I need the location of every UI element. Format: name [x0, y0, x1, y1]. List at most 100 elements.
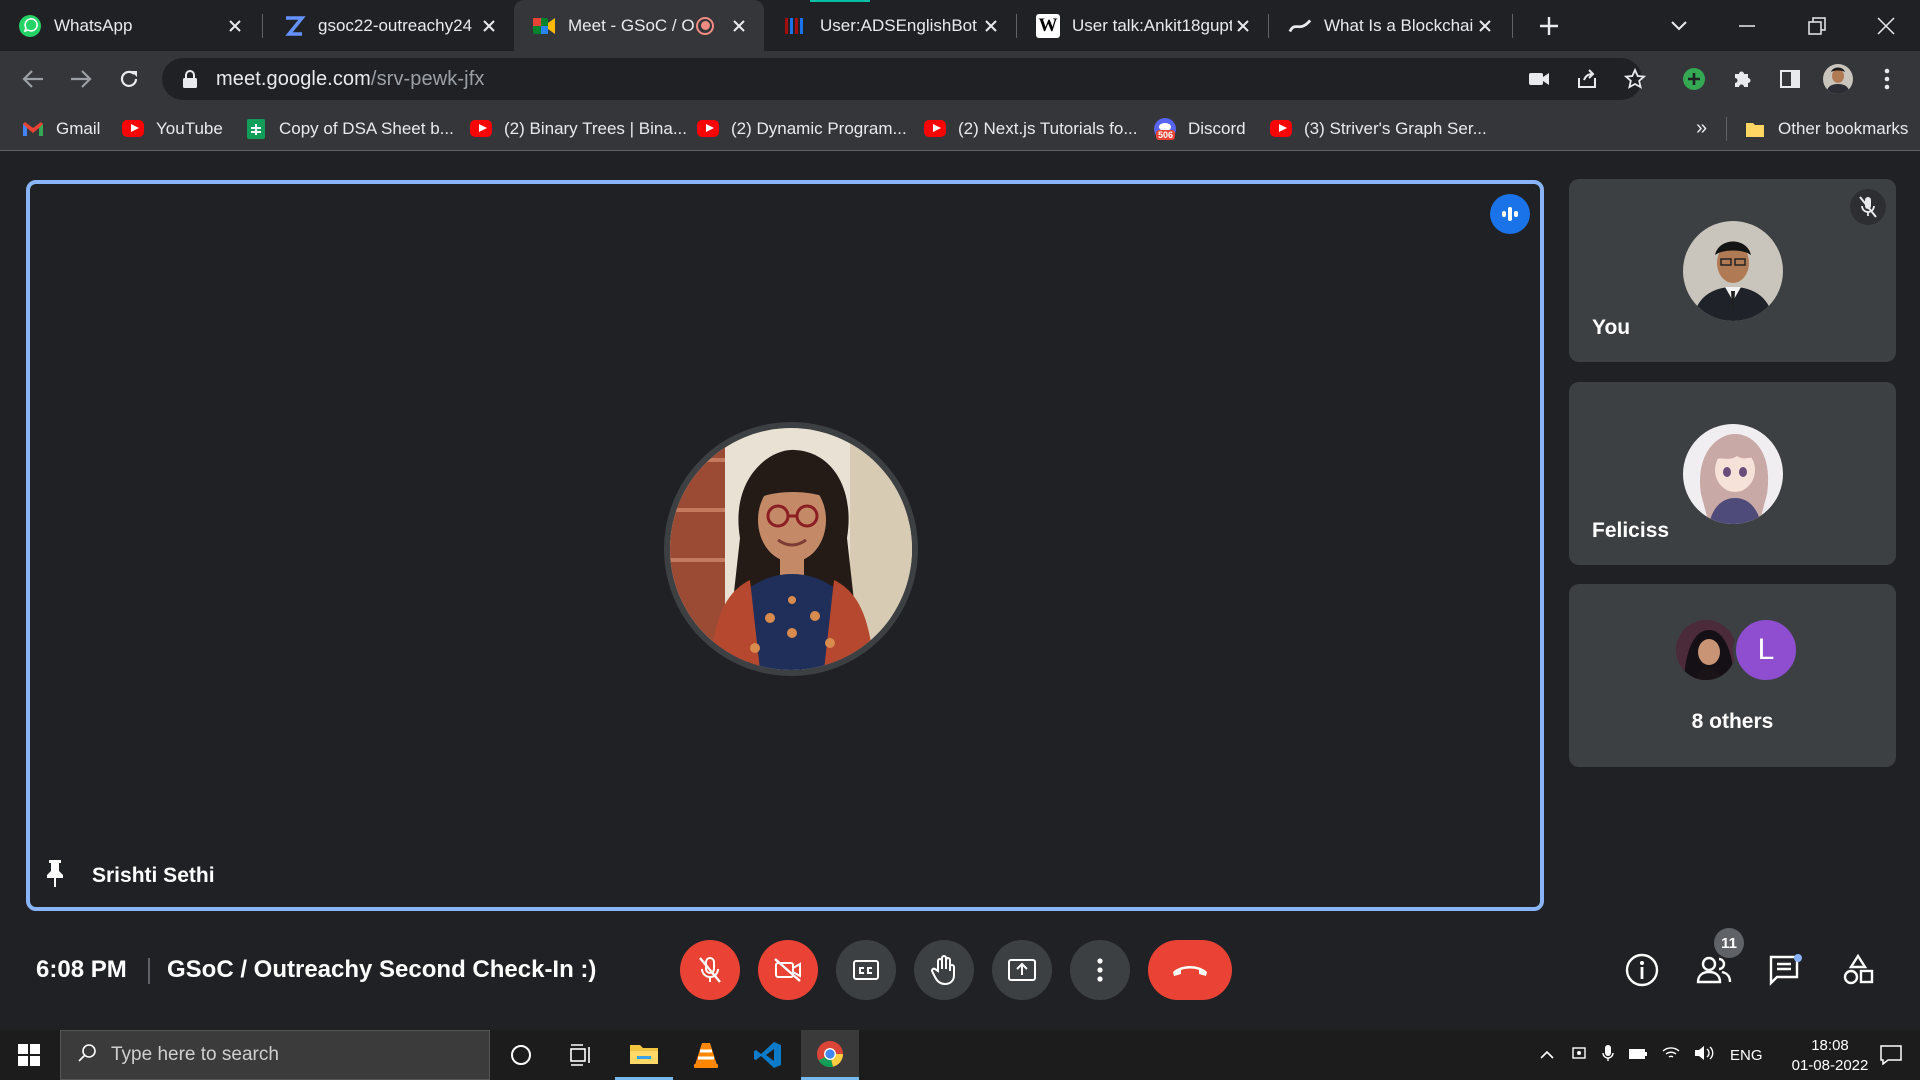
tab-blockchain[interactable]: What Is a Blockchain	[1270, 0, 1510, 51]
language-indicator[interactable]: ENG	[1730, 1047, 1763, 1064]
vscode-icon[interactable]	[739, 1030, 797, 1080]
meet-present-tray-icon[interactable]	[1572, 1045, 1588, 1065]
meeting-clock: 6:08 PM	[36, 956, 127, 983]
bookmark-label: YouTube	[156, 118, 223, 138]
participant-avatar	[1683, 221, 1783, 321]
profile-avatar[interactable]	[1823, 64, 1853, 94]
file-explorer-icon[interactable]	[615, 1030, 673, 1080]
tab-title: What Is a Blockchain	[1324, 15, 1474, 35]
tab-zulip[interactable]: gsoc22-outreachy24	[264, 0, 514, 51]
participant-tile-you[interactable]: You	[1569, 179, 1896, 362]
volume-icon[interactable]	[1694, 1045, 1714, 1065]
present-screen-button[interactable]	[992, 940, 1052, 1000]
forward-icon[interactable]	[66, 64, 96, 94]
extensions-puzzle-icon[interactable]	[1727, 64, 1757, 94]
cortana-icon[interactable]	[492, 1030, 550, 1080]
bookmark-star-icon[interactable]	[1620, 64, 1650, 94]
tab-separator	[1512, 14, 1513, 38]
toggle-camera-button[interactable]	[758, 940, 818, 1000]
bookmark-nextjs-tutorials[interactable]: (2) Next.js Tutorials fo...	[924, 106, 1138, 151]
bookmark-label: Other bookmarks	[1778, 118, 1909, 138]
chrome-icon[interactable]	[801, 1030, 859, 1080]
bookmark-youtube[interactable]: YouTube	[122, 106, 223, 151]
main-speaker-avatar	[664, 422, 918, 676]
participant-count-badge: 11	[1714, 928, 1744, 958]
bookmarks-bar: Gmail YouTube Copy of DSA Sheet b... (2)…	[0, 106, 1920, 151]
participant-tile-feliciss[interactable]: Feliciss	[1569, 382, 1896, 565]
restore-icon[interactable]	[1803, 12, 1831, 40]
bookmark-gmail[interactable]: Gmail	[22, 106, 100, 151]
captions-button[interactable]	[836, 940, 896, 1000]
chat-button[interactable]	[1765, 950, 1805, 990]
reload-icon[interactable]	[114, 64, 144, 94]
microphone-icon[interactable]	[1602, 1044, 1614, 1066]
address-bar[interactable]: meet.google.com/srv-pewk-jfx	[162, 58, 1642, 100]
side-panel-icon[interactable]	[1775, 64, 1805, 94]
participant-tile-others[interactable]: L 8 others	[1569, 584, 1896, 767]
vlc-icon[interactable]	[677, 1030, 735, 1080]
url-text: meet.google.com/srv-pewk-jfx	[216, 68, 484, 91]
wifi-icon[interactable]	[1662, 1045, 1680, 1065]
bookmark-discord[interactable]: 506 Discord	[1154, 106, 1246, 151]
youtube-icon	[1270, 118, 1292, 140]
back-icon[interactable]	[18, 64, 48, 94]
google-meet-icon	[532, 14, 556, 38]
others-avatar-stack: L	[1673, 617, 1803, 683]
recording-icon	[696, 16, 714, 35]
bookmark-label: (2) Binary Trees | Bina...	[504, 118, 687, 138]
toggle-mic-button[interactable]	[680, 940, 740, 1000]
tab-title: WhatsApp	[54, 15, 133, 35]
minimize-icon[interactable]	[1733, 12, 1761, 40]
more-vert-icon[interactable]	[1872, 64, 1902, 94]
bookmark-dsa-sheet[interactable]: Copy of DSA Sheet b...	[245, 106, 454, 151]
bookmark-binary-trees[interactable]: (2) Binary Trees | Bina...	[470, 106, 687, 151]
main-speaker-tile[interactable]: Srishti Sethi	[26, 180, 1544, 911]
taskbar-time: 18:08	[1811, 1037, 1849, 1054]
task-view-icon[interactable]	[552, 1030, 610, 1080]
close-window-icon[interactable]	[1872, 12, 1900, 40]
chevron-down-icon[interactable]	[1665, 12, 1693, 40]
tab-wikipedia-user-talk[interactable]: W User talk:Ankit18gupt	[1018, 0, 1268, 51]
system-tray: ENG	[1540, 1030, 1763, 1080]
chevron-up-icon[interactable]	[1540, 1047, 1554, 1064]
bookmark-striver-graph[interactable]: (3) Striver's Graph Ser...	[1270, 106, 1487, 151]
leave-call-button[interactable]	[1148, 940, 1232, 1000]
close-tab-icon[interactable]	[224, 15, 246, 37]
close-tab-icon[interactable]	[478, 15, 500, 37]
bookmark-dynamic-programming[interactable]: (2) Dynamic Program...	[697, 106, 907, 151]
taskbar-clock[interactable]: 18:08 01-08-2022	[1788, 1036, 1872, 1076]
bookmarks-divider	[1726, 117, 1727, 141]
tab-title: User:ADSEnglishBot -	[820, 15, 980, 35]
new-tab-icon[interactable]	[1535, 12, 1563, 40]
discord-icon: 506	[1154, 117, 1176, 140]
close-tab-icon[interactable]	[980, 15, 1002, 37]
tab-ads-english-bot[interactable]: User:ADSEnglishBot -	[766, 0, 1016, 51]
tab-google-meet[interactable]: Meet - GSoC / O	[514, 0, 764, 51]
raise-hand-button[interactable]	[914, 940, 974, 1000]
participant-avatar	[1683, 424, 1783, 524]
tab-title: Meet - GSoC / O	[568, 15, 695, 35]
pin-icon[interactable]	[44, 858, 66, 893]
extension-plus-icon[interactable]	[1679, 64, 1709, 94]
participant-initial-avatar: L	[1733, 617, 1799, 683]
tab-title: gsoc22-outreachy24	[318, 15, 473, 35]
share-icon[interactable]	[1572, 64, 1602, 94]
taskbar-search-input[interactable]: Type here to search	[60, 1030, 490, 1080]
youtube-icon	[470, 118, 492, 140]
tab-whatsapp[interactable]: WhatsApp	[0, 0, 260, 51]
other-bookmarks[interactable]: Other bookmarks	[1744, 106, 1908, 151]
battery-icon[interactable]	[1628, 1047, 1648, 1064]
close-tab-icon[interactable]	[1474, 15, 1496, 37]
windows-start-icon[interactable]	[0, 1030, 58, 1080]
close-tab-icon[interactable]	[1232, 15, 1254, 37]
youtube-icon	[924, 118, 946, 140]
more-options-button[interactable]	[1070, 940, 1130, 1000]
gmail-icon	[22, 118, 44, 140]
camera-permission-icon[interactable]	[1524, 64, 1554, 94]
close-tab-icon[interactable]	[728, 15, 750, 37]
bookmark-label: Discord	[1188, 118, 1246, 138]
more-bookmarks-button[interactable]: »	[1696, 106, 1707, 151]
meeting-details-button[interactable]	[1622, 950, 1662, 990]
activities-button[interactable]	[1838, 950, 1878, 990]
notifications-icon[interactable]	[1862, 1030, 1920, 1080]
